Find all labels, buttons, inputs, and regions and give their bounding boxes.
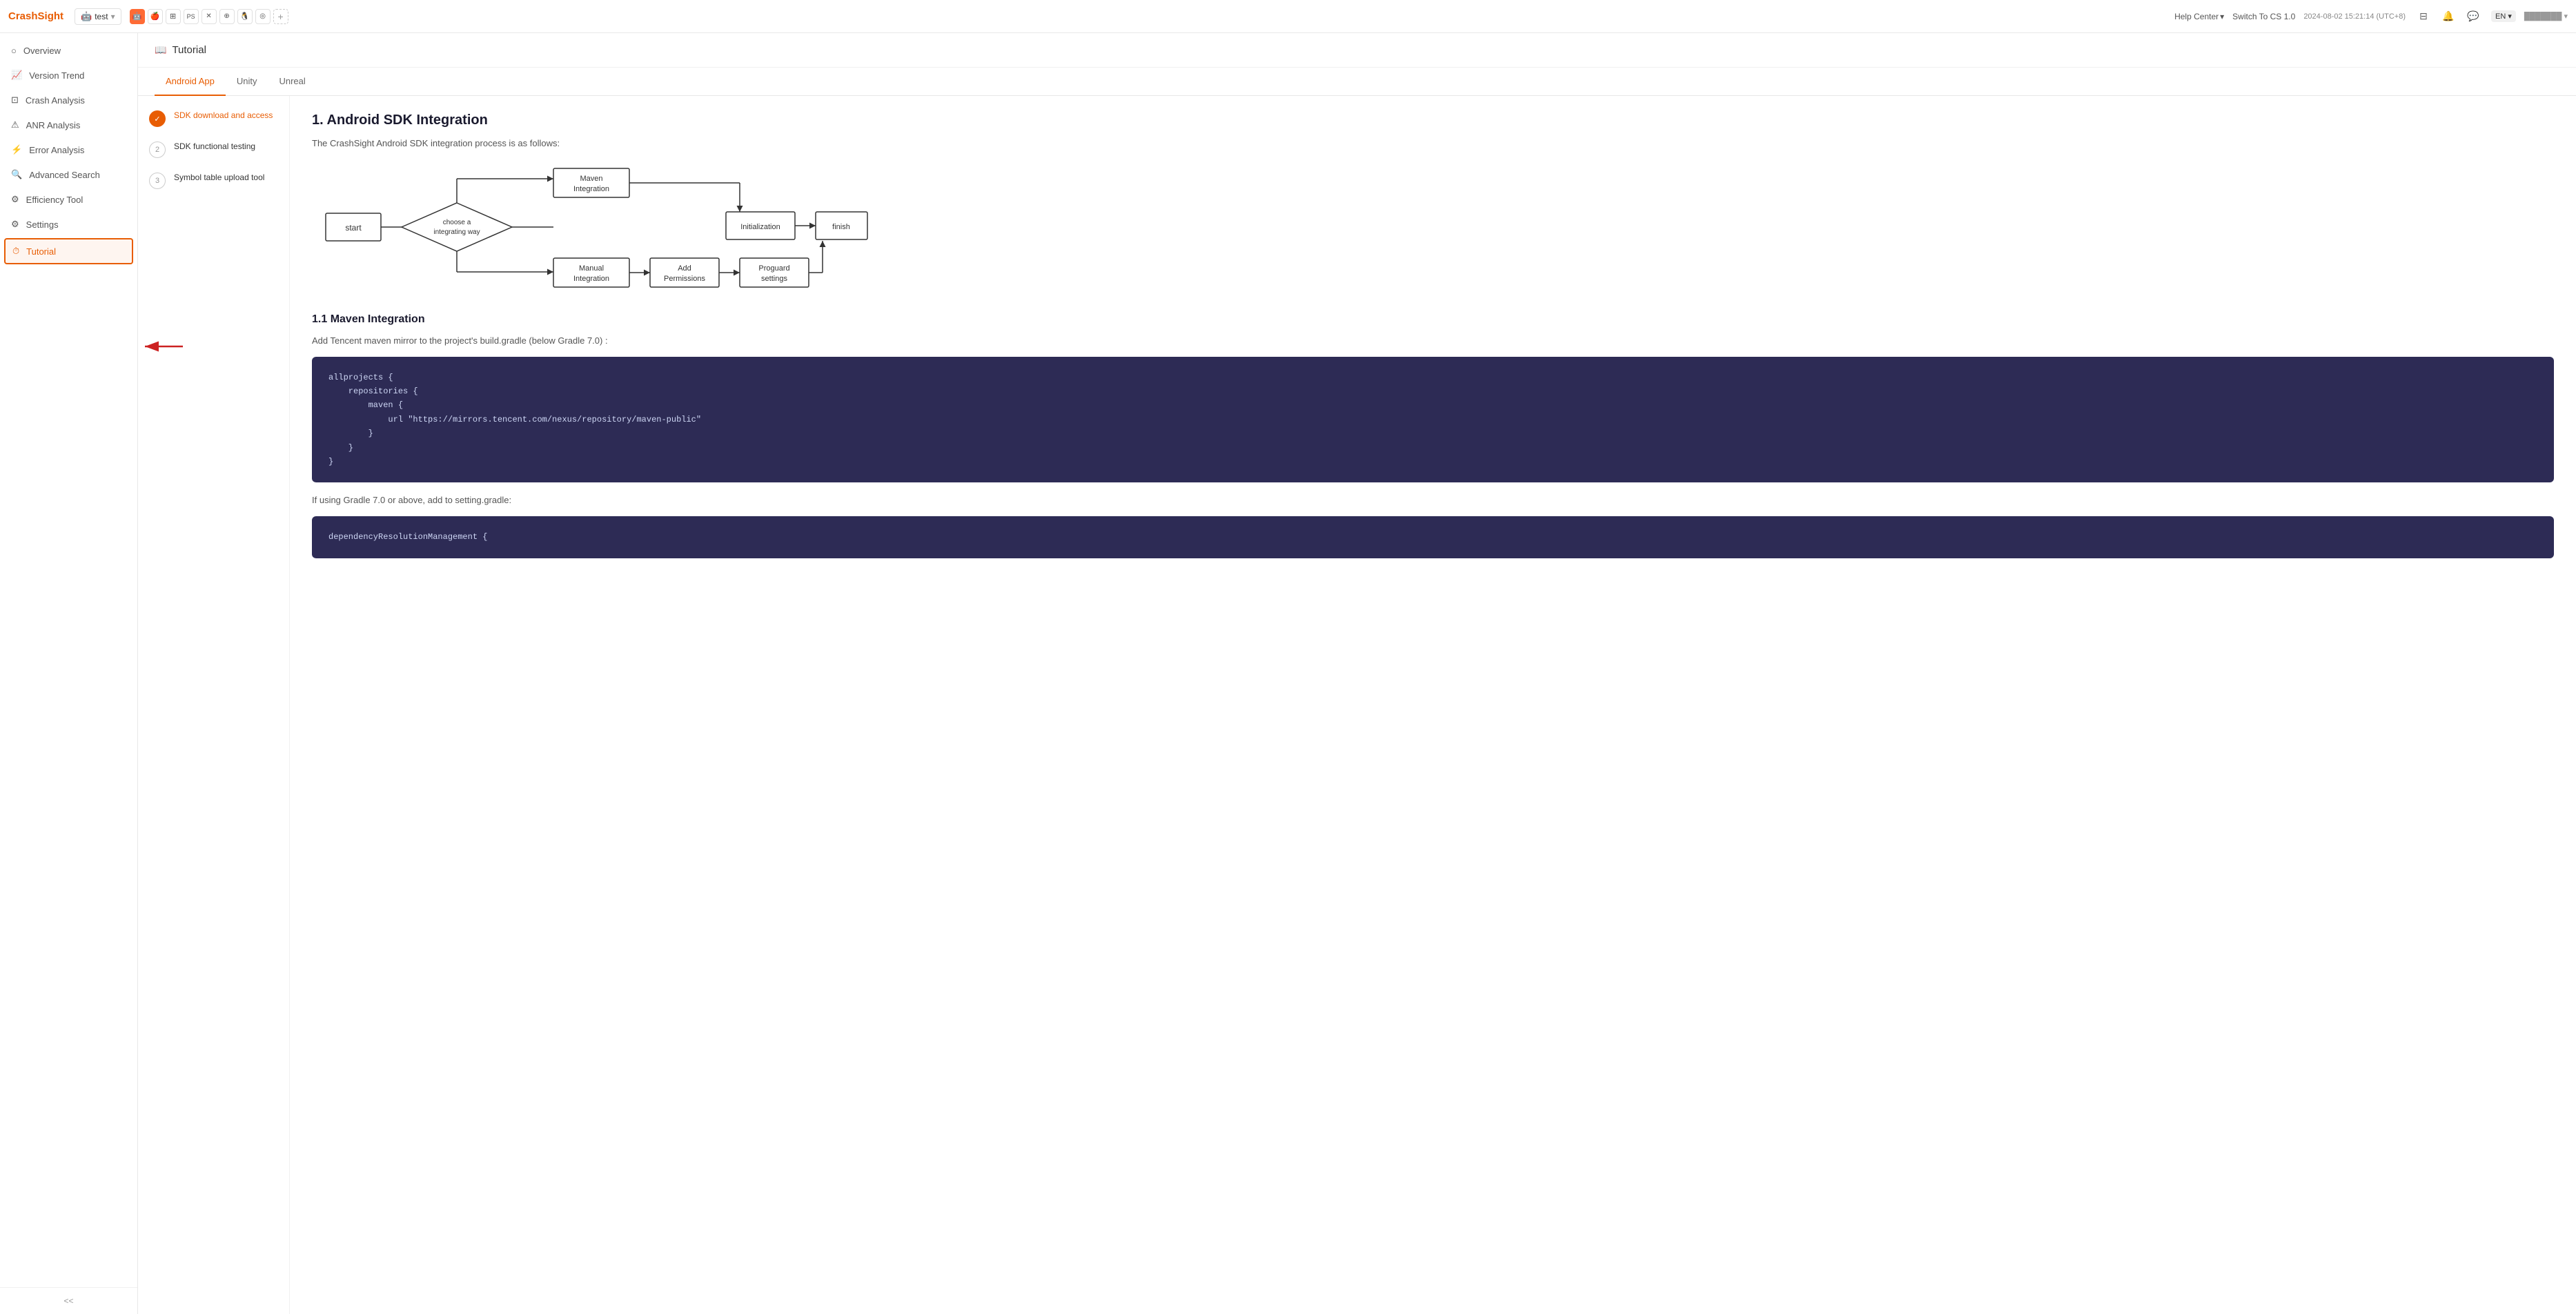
help-center-button[interactable]: Help Center ▾ bbox=[2174, 12, 2224, 21]
steps-sidebar: ✓ SDK download and access 2 SDK function… bbox=[138, 96, 290, 1314]
layers-icon[interactable]: ⊟ bbox=[2414, 7, 2433, 26]
page-header-icon: 📖 bbox=[155, 44, 166, 56]
svg-text:finish: finish bbox=[832, 223, 850, 231]
step-2-label: SDK functional testing bbox=[174, 141, 255, 153]
search-icon: 🔍 bbox=[11, 169, 22, 180]
step-1-circle: ✓ bbox=[149, 110, 166, 127]
tutorial-layout: ✓ SDK download and access 2 SDK function… bbox=[138, 96, 2576, 1314]
section1-desc: The CrashSight Android SDK integration p… bbox=[312, 137, 2554, 151]
svg-text:start: start bbox=[345, 223, 362, 233]
tabs-row: Android App Unity Unreal bbox=[138, 68, 2576, 96]
app-logo: CrashSight bbox=[8, 10, 63, 22]
chat-icon[interactable]: 💬 bbox=[2464, 7, 2483, 26]
step-2[interactable]: 2 SDK functional testing bbox=[149, 141, 278, 158]
tool-icon: ⚙ bbox=[11, 194, 19, 205]
platform-apple[interactable]: 🍎 bbox=[148, 9, 163, 24]
main-layout: ○ Overview 📈 Version Trend ⊡ Crash Analy… bbox=[0, 33, 2576, 1314]
platform-other[interactable]: ◎ bbox=[255, 9, 271, 24]
header-right: Help Center ▾ Switch To CS 1.0 2024-08-0… bbox=[2174, 7, 2568, 26]
sidebar: ○ Overview 📈 Version Trend ⊡ Crash Analy… bbox=[0, 33, 138, 1314]
add-platform-button[interactable]: + bbox=[273, 9, 288, 24]
tab-unity[interactable]: Unity bbox=[226, 68, 268, 96]
sub-section-maven: 1.1 Maven Integration Add Tencent maven … bbox=[312, 313, 2554, 558]
svg-text:Manual: Manual bbox=[579, 264, 604, 273]
svg-text:Add: Add bbox=[678, 264, 691, 273]
sidebar-item-version-trend[interactable]: 📈 Version Trend bbox=[0, 63, 137, 88]
sidebar-item-settings[interactable]: ⚙ Settings bbox=[0, 212, 137, 237]
sidebar-item-error-analysis[interactable]: ⚡ Error Analysis bbox=[0, 137, 137, 162]
code-block-1: allprojects { repositories { maven { url… bbox=[312, 357, 2554, 483]
code-text-1: allprojects { repositories { maven { url… bbox=[328, 373, 701, 467]
crash-icon: ⊡ bbox=[11, 95, 19, 106]
chevron-down-icon: ▾ bbox=[2220, 12, 2224, 21]
switch-cs-button[interactable]: Switch To CS 1.0 bbox=[2232, 12, 2295, 21]
project-name: test bbox=[95, 12, 108, 21]
language-button[interactable]: EN ▾ bbox=[2491, 10, 2516, 22]
project-selector[interactable]: 🤖 test ▾ bbox=[75, 8, 121, 25]
sidebar-item-anr-analysis[interactable]: ⚠ ANR Analysis bbox=[0, 112, 137, 137]
tab-android-app[interactable]: Android App bbox=[155, 68, 226, 96]
sidebar-item-advanced-search[interactable]: 🔍 Advanced Search bbox=[0, 162, 137, 187]
platform-windows[interactable]: ⊞ bbox=[166, 9, 181, 24]
sidebar-nav: ○ Overview 📈 Version Trend ⊡ Crash Analy… bbox=[0, 33, 137, 1287]
sub-desc-maven: Add Tencent maven mirror to the project'… bbox=[312, 334, 2554, 349]
anr-icon: ⚠ bbox=[11, 119, 19, 130]
svg-text:Initialization: Initialization bbox=[740, 223, 780, 231]
tutorial-main-content: 1. Android SDK Integration The CrashSigh… bbox=[290, 96, 2576, 1314]
platform-icons: 🤖 🍎 ⊞ PS ✕ ⊕ 🐧 ◎ + bbox=[130, 9, 288, 24]
code-text-2: dependencyResolutionManagement { bbox=[328, 532, 487, 542]
section1-title: 1. Android SDK Integration bbox=[312, 112, 2554, 128]
platform-android[interactable]: 🤖 bbox=[130, 9, 145, 24]
error-icon: ⚡ bbox=[11, 144, 22, 155]
step-3[interactable]: 3 Symbol table upload tool bbox=[149, 172, 278, 189]
step-1[interactable]: ✓ SDK download and access bbox=[149, 110, 278, 127]
datetime-display: 2024-08-02 15:21:14 (UTC+8) bbox=[2303, 12, 2406, 21]
sidebar-item-crash-analysis[interactable]: ⊡ Crash Analysis bbox=[0, 88, 137, 112]
step-2-circle: 2 bbox=[149, 141, 166, 158]
header-icons: ⊟ 🔔 💬 bbox=[2414, 7, 2483, 26]
sidebar-footer: << bbox=[0, 1287, 137, 1314]
flow-diagram: start choose a integrating way Maven bbox=[312, 165, 2554, 291]
step-3-circle: 3 bbox=[149, 173, 166, 189]
sub-title-maven: 1.1 Maven Integration bbox=[312, 313, 2554, 326]
notification-icon[interactable]: 🔔 bbox=[2439, 7, 2458, 26]
platform-xbox[interactable]: ✕ bbox=[201, 9, 217, 24]
page-title: Tutorial bbox=[172, 44, 206, 56]
user-avatar[interactable]: ███████ ▾ bbox=[2524, 12, 2568, 21]
step-1-label: SDK download and access bbox=[174, 110, 273, 121]
platform-nintendo[interactable]: ⊕ bbox=[219, 9, 235, 24]
settings-icon: ⚙ bbox=[11, 219, 19, 230]
content-area: 📖 Tutorial Android App Unity Unreal ✓ SD… bbox=[138, 33, 2576, 1314]
svg-text:choose a: choose a bbox=[443, 219, 471, 226]
trend-icon: 📈 bbox=[11, 70, 22, 81]
sidebar-item-overview[interactable]: ○ Overview bbox=[0, 39, 137, 63]
svg-text:Integration: Integration bbox=[573, 275, 609, 283]
code-block-2: dependencyResolutionManagement { bbox=[312, 516, 2554, 558]
sidebar-item-efficiency-tool[interactable]: ⚙ Efficiency Tool bbox=[0, 187, 137, 212]
sidebar-item-tutorial[interactable]: ⏱ Tutorial bbox=[4, 238, 133, 264]
sub-desc-maven-2: If using Gradle 7.0 or above, add to set… bbox=[312, 493, 2554, 508]
step-3-label: Symbol table upload tool bbox=[174, 172, 264, 184]
svg-text:Maven: Maven bbox=[580, 175, 602, 183]
svg-text:Integration: Integration bbox=[573, 185, 609, 193]
page-header: 📖 Tutorial bbox=[138, 33, 2576, 68]
svg-text:Permissions: Permissions bbox=[664, 275, 705, 283]
platform-ps[interactable]: PS bbox=[184, 9, 199, 24]
top-header: CrashSight 🤖 test ▾ 🤖 🍎 ⊞ PS ✕ ⊕ 🐧 ◎ + H… bbox=[0, 0, 2576, 33]
chevron-down-icon: ▾ bbox=[111, 12, 115, 21]
platform-linux[interactable]: 🐧 bbox=[237, 9, 253, 24]
svg-text:integrating way: integrating way bbox=[433, 228, 480, 236]
tab-unreal[interactable]: Unreal bbox=[268, 68, 316, 96]
overview-icon: ○ bbox=[11, 46, 17, 56]
collapse-sidebar-button[interactable]: << bbox=[11, 1296, 126, 1306]
svg-text:Proguard: Proguard bbox=[758, 264, 789, 273]
svg-text:settings: settings bbox=[761, 275, 787, 283]
flow-diagram-svg: start choose a integrating way Maven bbox=[312, 165, 878, 289]
tutorial-icon: ⏱ bbox=[12, 246, 19, 257]
